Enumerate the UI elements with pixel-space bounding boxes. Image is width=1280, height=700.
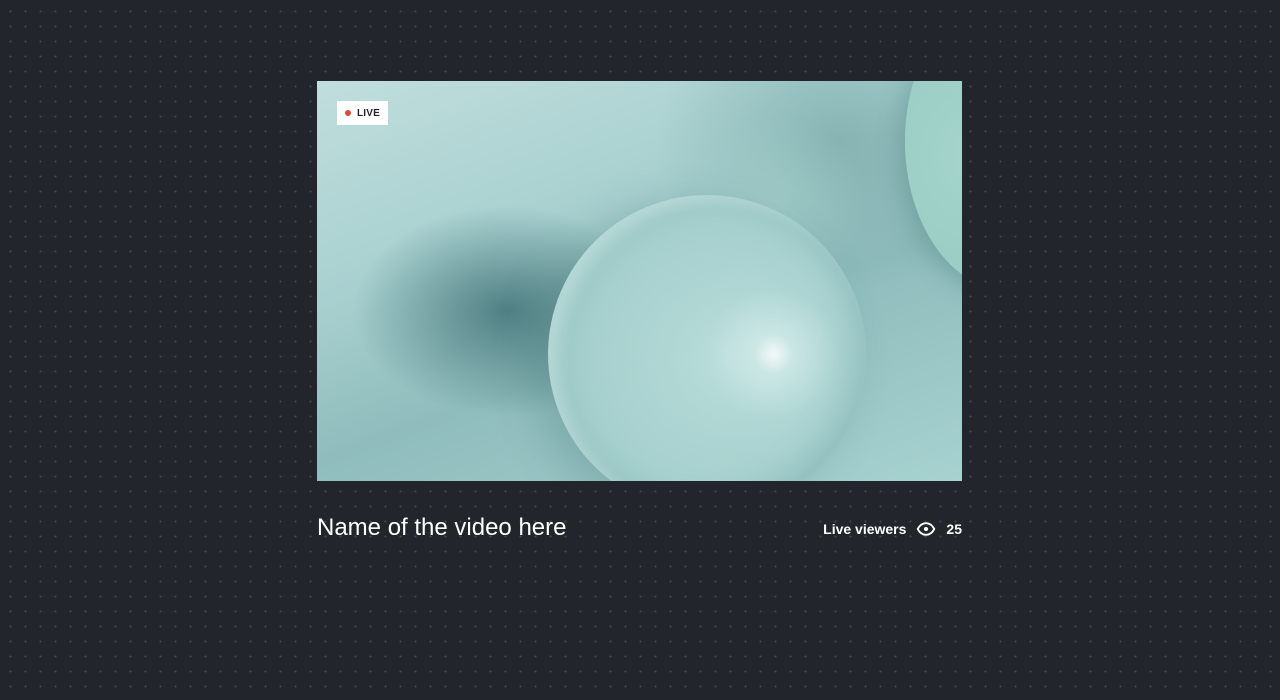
live-indicator-dot (344, 110, 351, 116)
live-badge-label: LIVE (356, 107, 381, 119)
video-frame-sphere (548, 195, 866, 481)
video-title: Name of the video here (317, 514, 567, 541)
video-frame-background-sphere (905, 81, 962, 291)
live-viewers: Live viewers 25 (823, 517, 962, 541)
eye-icon (916, 519, 936, 539)
video-player[interactable]: LIVE (317, 81, 962, 481)
live-viewers-count: 25 (946, 521, 962, 537)
live-badge: LIVE (337, 101, 388, 125)
live-viewers-label: Live viewers (823, 521, 907, 537)
